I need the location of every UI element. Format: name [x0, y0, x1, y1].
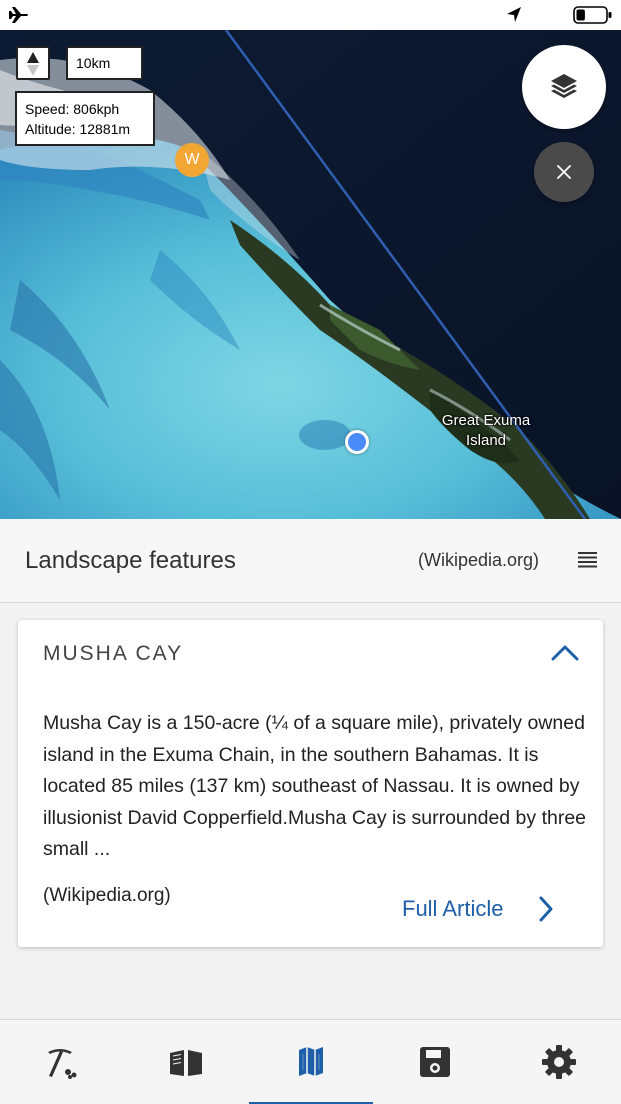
gear-icon: [542, 1045, 576, 1079]
flight-info-panel: Speed: 806kph Altitude: 12881m: [15, 91, 155, 146]
airplane-icon: [9, 7, 28, 23]
nav-item-guide[interactable]: [124, 1020, 248, 1104]
speed-readout: Speed: 806kph: [25, 101, 120, 117]
pickaxe-icon: [48, 1049, 77, 1079]
status-bar: [0, 0, 621, 30]
bottom-nav: [0, 1019, 621, 1104]
map-icon: [299, 1047, 323, 1076]
map-view[interactable]: 10km Speed: 806kph Altitude: 12881m W Gr…: [0, 30, 621, 519]
nav-item-landscape[interactable]: [0, 1020, 124, 1104]
battery-icon: [573, 6, 612, 24]
article-card: MUSHA CAY Musha Cay is a 150-acre (¼ of …: [18, 620, 603, 947]
full-article-link[interactable]: Full Article: [402, 892, 562, 926]
nav-item-settings[interactable]: [497, 1020, 621, 1104]
section-header: Landscape features (Wikipedia.org): [0, 519, 621, 603]
scale-indicator: 10km: [66, 46, 143, 80]
place-label: Great Exuma Island: [441, 412, 531, 449]
full-article-label: Full Article: [402, 896, 504, 921]
battery-level-fill: [576, 9, 585, 21]
nav-item-map[interactable]: [249, 1020, 373, 1104]
section-title: Landscape features: [25, 547, 236, 574]
layers-button[interactable]: [522, 45, 606, 129]
article-summary: Musha Cay is a 150-acre (¼ of a square m…: [43, 712, 587, 860]
compass-arrow-icon: [27, 52, 39, 76]
list-icon[interactable]: [578, 552, 598, 568]
altitude-readout: Altitude: 12881m: [25, 121, 131, 137]
chevron-right-icon: [539, 896, 553, 922]
location-arrow-icon: [507, 7, 521, 22]
nav-item-saved[interactable]: [373, 1020, 497, 1104]
chevron-up-icon[interactable]: [551, 644, 579, 662]
compass-button[interactable]: [16, 46, 50, 80]
close-icon: [557, 165, 571, 179]
app-screen: 10km Speed: 806kph Altitude: 12881m W Gr…: [0, 0, 621, 1104]
layers-icon: [551, 74, 577, 98]
close-button[interactable]: [534, 142, 594, 202]
article-source: (Wikipedia.org): [43, 885, 171, 906]
save-icon: [420, 1047, 450, 1077]
section-source: (Wikipedia.org): [418, 550, 540, 570]
article-title: MUSHA CAY: [43, 642, 184, 665]
wikipedia-poi-marker[interactable]: W: [175, 143, 209, 177]
book-icon: [170, 1050, 202, 1076]
user-location-dot: [345, 430, 369, 454]
